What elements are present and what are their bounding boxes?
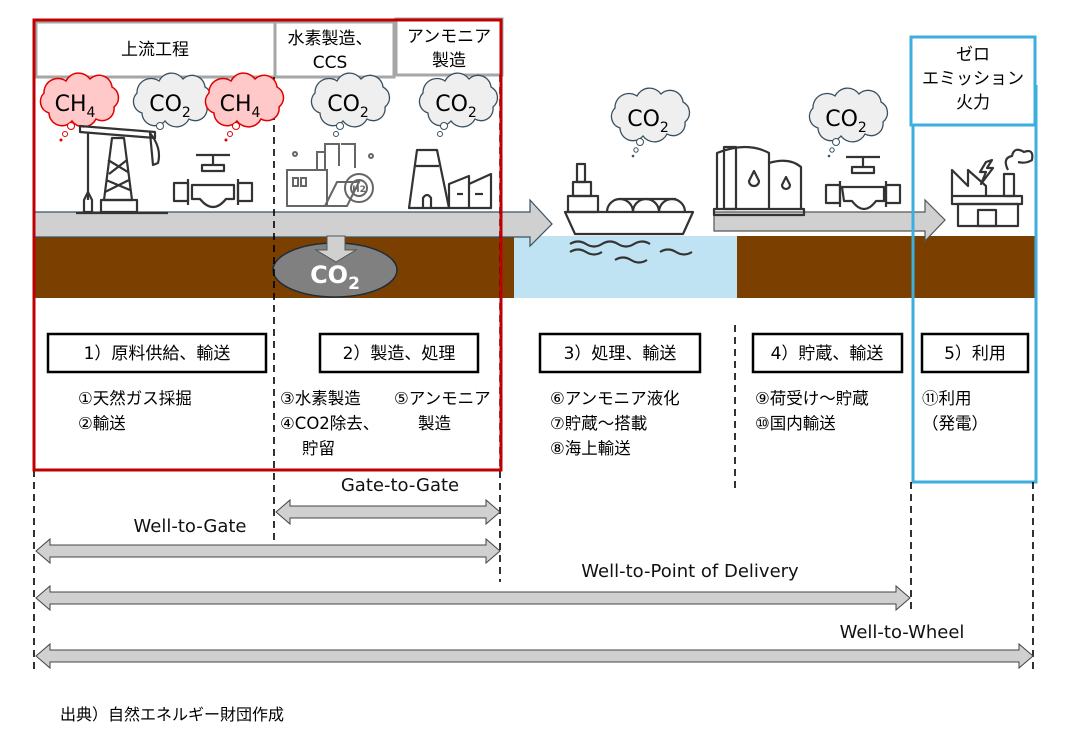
methane-cloud: CH4 [204, 72, 285, 142]
power-plant-icon [950, 148, 1034, 228]
co2-cloud: CO2 [808, 87, 889, 158]
header-zero-line1: ゼロ [956, 45, 990, 65]
step-item: （発電） [922, 414, 988, 433]
step-item: ⑤アンモニア [394, 389, 491, 408]
header-hydrogen-line2: CCS [313, 53, 348, 73]
step-4-label: 4）貯蔵、輸送 [771, 344, 884, 364]
valve-icon [172, 153, 254, 209]
storage-label: CO [310, 261, 348, 289]
step-item: ③水素製造 [280, 389, 361, 408]
step-item: ⑩国内輸送 [755, 414, 836, 433]
well-to-gate-label: Well-to-Gate [134, 516, 247, 537]
header-hydrogen-line1: 水素製造、 [288, 29, 373, 49]
source-note: 出典）自然エネルギー財団作成 [60, 705, 284, 724]
header-ammonia-line1: アンモニア [407, 27, 491, 47]
co2-cloud: CO2 [418, 72, 499, 137]
step-4: 4）貯蔵、輸送 ⑨荷受け～貯蔵 ⑩国内輸送 [751, 332, 904, 433]
flow-arrow-2 [713, 198, 946, 243]
step-item: ⑦貯蔵～搭載 [550, 414, 647, 433]
well-to-delivery-range: Well-to-Point of Delivery [35, 561, 911, 612]
double-arrow-icon [275, 498, 501, 526]
step-1: 1）原料供給、輸送 ①天然ガス採掘 ②輸送 [46, 332, 268, 433]
double-arrow-icon [35, 584, 911, 612]
svg-text:H2: H2 [352, 185, 366, 195]
hydrogen-plant-icon: H2 [286, 143, 374, 207]
co2-cloud: CO2 [132, 72, 213, 130]
lifecycle-diagram: CO2 上流工程 水素製造、 CCS アンモニア 製造 ゼロ エミッション 火力… [0, 0, 1089, 744]
ammonia-plant-icon [407, 148, 493, 210]
step-item: ⑧海上輸送 [550, 439, 631, 458]
valve-icon [824, 155, 902, 211]
double-arrow-icon [35, 642, 1034, 670]
well-to-gate-range: Well-to-Gate [35, 516, 501, 565]
ground-right [737, 236, 1036, 298]
step-item: ②輸送 [78, 414, 126, 433]
step-1-label: 1）原料供給、輸送 [84, 344, 231, 364]
header-zero-line3: 火力 [956, 93, 990, 113]
header-ammonia-line2: 製造 [432, 51, 466, 71]
step-3: 3）処理、輸送 ⑥アンモニア液化 ⑦貯蔵～搭載 ⑧海上輸送 [538, 332, 702, 458]
well-to-delivery-label: Well-to-Point of Delivery [581, 561, 799, 582]
step-2-label: 2）製造、処理 [343, 344, 456, 364]
diagram-canvas: CO2 上流工程 水素製造、 CCS アンモニア 製造 ゼロ エミッション 火力… [32, 17, 1038, 724]
well-to-wheel-label: Well-to-Wheel [840, 622, 965, 643]
gate-to-gate-label: Gate-to-Gate [341, 475, 459, 496]
co2-cloud: CO2 [310, 72, 391, 137]
header-upstream: 上流工程 [121, 40, 189, 60]
step-2: 2）製造、処理 ③水素製造 ④CO2除去、 貯留 ⑤アンモニア 製造 [280, 332, 491, 458]
phase-separators [33, 75, 1034, 672]
step-item: ④CO2除去、 [280, 414, 379, 433]
co2-cloud: CO2 [610, 87, 691, 158]
step-item: ⑪利用 [922, 389, 972, 408]
step-3-label: 3）処理、輸送 [564, 344, 677, 364]
step-item: ①天然ガス採掘 [78, 389, 192, 408]
gate-to-gate-range: Gate-to-Gate [275, 475, 501, 526]
step-item: ⑥アンモニア液化 [550, 389, 680, 408]
double-arrow-icon [35, 537, 501, 565]
pumpjack-icon [76, 124, 168, 215]
storage-subscript: 2 [348, 274, 360, 294]
well-to-wheel-range: Well-to-Wheel [35, 622, 1034, 670]
step-item: 貯留 [302, 439, 335, 458]
step-item: ⑨荷受け～貯蔵 [755, 389, 869, 408]
step-5: 5）利用 ⑪利用 （発電） [920, 332, 1030, 433]
sea [514, 236, 737, 298]
step-5-label: 5）利用 [944, 344, 1006, 364]
step-item: 製造 [418, 414, 452, 433]
header-zero-line2: エミッション [922, 69, 1024, 89]
storage-tank-icon [712, 145, 806, 217]
